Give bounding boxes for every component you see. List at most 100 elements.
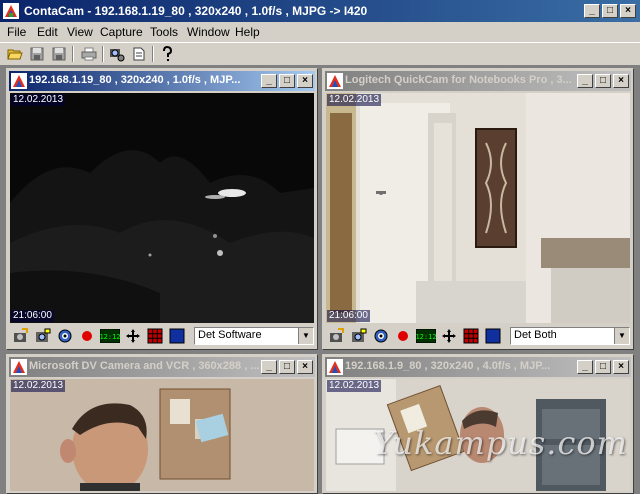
camera-window-1[interactable]: 192.168.1.19_80 , 320x240 , 1.0f/s , MJP… xyxy=(6,68,318,350)
maximize-button[interactable]: □ xyxy=(602,4,618,18)
camera-window-titlebar[interactable]: 192.168.1.9_80 , 320x240 , 4.0f/s , MJP.… xyxy=(325,357,631,377)
move-icon xyxy=(442,329,456,343)
camera-window-title: 192.168.1.9_80 , 320x240 , 4.0f/s , MJP.… xyxy=(345,360,551,372)
move-icon xyxy=(126,329,140,343)
print-button[interactable] xyxy=(80,45,98,63)
menu-edit[interactable]: Edit xyxy=(37,25,58,39)
camera-window-controls: _ □ × xyxy=(261,360,313,374)
maximize-button[interactable]: □ xyxy=(595,74,611,88)
menu-file[interactable]: File xyxy=(7,25,26,39)
camera-window-titlebar[interactable]: Microsoft DV Camera and VCR , 360x288 , … xyxy=(9,357,315,377)
record-button[interactable] xyxy=(394,327,412,345)
close-button[interactable]: × xyxy=(297,74,313,88)
camera-capture-button[interactable] xyxy=(34,327,52,345)
record-button[interactable] xyxy=(78,327,96,345)
contacam-logo-icon xyxy=(11,359,27,375)
camera-toolbar: 12:12 Det Software ▼ xyxy=(10,325,314,347)
toolbar-separator xyxy=(102,46,104,62)
camera-capture-icon xyxy=(352,328,367,342)
document-button[interactable] xyxy=(130,45,148,63)
menu-bar: File Edit View Capture Tools Window Help xyxy=(0,22,640,42)
menu-capture[interactable]: Capture xyxy=(100,25,143,39)
webcam-icon xyxy=(58,329,72,343)
camera-video-feed[interactable]: 12.02.2013 21:06:00 xyxy=(10,93,314,323)
record-icon xyxy=(398,331,408,341)
contacam-logo-icon xyxy=(11,73,27,89)
menu-help[interactable]: Help xyxy=(235,25,260,39)
fullscreen-button[interactable] xyxy=(168,327,186,345)
camera-settings-button[interactable] xyxy=(108,45,126,63)
clock-icon: 12:12 xyxy=(100,329,120,343)
menu-view[interactable]: View xyxy=(67,25,93,39)
camera-window-titlebar[interactable]: 192.168.1.19_80 , 320x240 , 1.0f/s , MJP… xyxy=(9,71,315,91)
camera-video-feed[interactable]: 12.02.2013 xyxy=(10,379,314,491)
clock-button[interactable]: 12:12 xyxy=(100,327,120,345)
video-date-overlay: 12.02.2013 xyxy=(11,94,66,106)
mdi-workspace: 192.168.1.19_80 , 320x240 , 1.0f/s , MJP… xyxy=(0,66,640,494)
camera-window-title: Logitech QuickCam for Notebooks Pro , 3.… xyxy=(345,74,572,86)
document-icon xyxy=(133,47,145,61)
detection-mode-value: Det Both xyxy=(514,329,557,341)
grid-button[interactable] xyxy=(462,327,480,345)
camera-settings-icon xyxy=(110,49,125,62)
svg-text:12:12: 12:12 xyxy=(416,333,436,341)
record-icon xyxy=(82,331,92,341)
close-button[interactable]: × xyxy=(620,4,636,18)
save-button[interactable] xyxy=(28,45,46,63)
webcam-button[interactable] xyxy=(372,327,390,345)
chevron-down-icon[interactable]: ▼ xyxy=(298,328,313,344)
menu-window[interactable]: Window xyxy=(187,25,230,39)
video-date-overlay: 12.02.2013 xyxy=(11,380,66,392)
open-icon xyxy=(7,49,23,60)
app-titlebar[interactable]: ContaCam - 192.168.1.19_80 , 320x240 , 1… xyxy=(0,0,640,22)
move-button[interactable] xyxy=(124,327,142,345)
webcam-button[interactable] xyxy=(56,327,74,345)
save-all-button[interactable] xyxy=(50,45,68,63)
snapshot-settings-button[interactable] xyxy=(12,327,30,345)
camera-window-2[interactable]: Logitech QuickCam for Notebooks Pro , 3.… xyxy=(322,68,634,350)
camera-window-title: Microsoft DV Camera and VCR , 360x288 , … xyxy=(29,360,259,372)
snapshot-settings-button[interactable] xyxy=(328,327,346,345)
minimize-button[interactable]: _ xyxy=(261,360,277,374)
snapshot-settings-icon xyxy=(330,328,344,342)
contacam-logo-icon xyxy=(327,73,343,89)
camera-video-feed[interactable]: 12.02.2013 21:06:00 xyxy=(326,93,630,323)
svg-text:12:12: 12:12 xyxy=(100,333,120,341)
chevron-down-icon[interactable]: ▼ xyxy=(614,328,629,344)
close-button[interactable]: × xyxy=(297,360,313,374)
minimize-button[interactable]: _ xyxy=(261,74,277,88)
help-button[interactable] xyxy=(158,45,176,63)
open-button[interactable] xyxy=(6,45,24,63)
minimize-button[interactable]: _ xyxy=(577,360,593,374)
minimize-button[interactable]: _ xyxy=(577,74,593,88)
grid-button[interactable] xyxy=(146,327,164,345)
detection-mode-select[interactable]: Det Both ▼ xyxy=(510,327,630,345)
grid-icon xyxy=(463,328,479,344)
close-button[interactable]: × xyxy=(613,360,629,374)
fullscreen-icon xyxy=(169,328,185,344)
menu-tools[interactable]: Tools xyxy=(150,25,178,39)
camera-window-titlebar[interactable]: Logitech QuickCam for Notebooks Pro , 3.… xyxy=(325,71,631,91)
camera-capture-button[interactable] xyxy=(350,327,368,345)
detection-mode-select[interactable]: Det Software ▼ xyxy=(194,327,314,345)
clock-icon: 12:12 xyxy=(416,329,436,343)
fullscreen-icon xyxy=(485,328,501,344)
save-icon xyxy=(30,47,44,61)
move-button[interactable] xyxy=(440,327,458,345)
maximize-button[interactable]: □ xyxy=(279,360,295,374)
maximize-button[interactable]: □ xyxy=(595,360,611,374)
clock-button[interactable]: 12:12 xyxy=(416,327,436,345)
site-watermark: Yukampus.com xyxy=(373,424,628,462)
print-icon xyxy=(81,47,97,61)
fullscreen-button[interactable] xyxy=(484,327,502,345)
camera-capture-icon xyxy=(36,328,51,342)
camera-window-3[interactable]: Microsoft DV Camera and VCR , 360x288 , … xyxy=(6,354,318,494)
video-time-overlay: 21:06:00 xyxy=(327,310,370,322)
video-date-overlay: 12.02.2013 xyxy=(327,94,382,106)
minimize-button[interactable]: _ xyxy=(584,4,600,18)
app-window-controls: _ □ × xyxy=(584,4,636,18)
close-button[interactable]: × xyxy=(613,74,629,88)
maximize-button[interactable]: □ xyxy=(279,74,295,88)
webcam-icon xyxy=(374,329,388,343)
toolbar-separator xyxy=(72,46,74,62)
